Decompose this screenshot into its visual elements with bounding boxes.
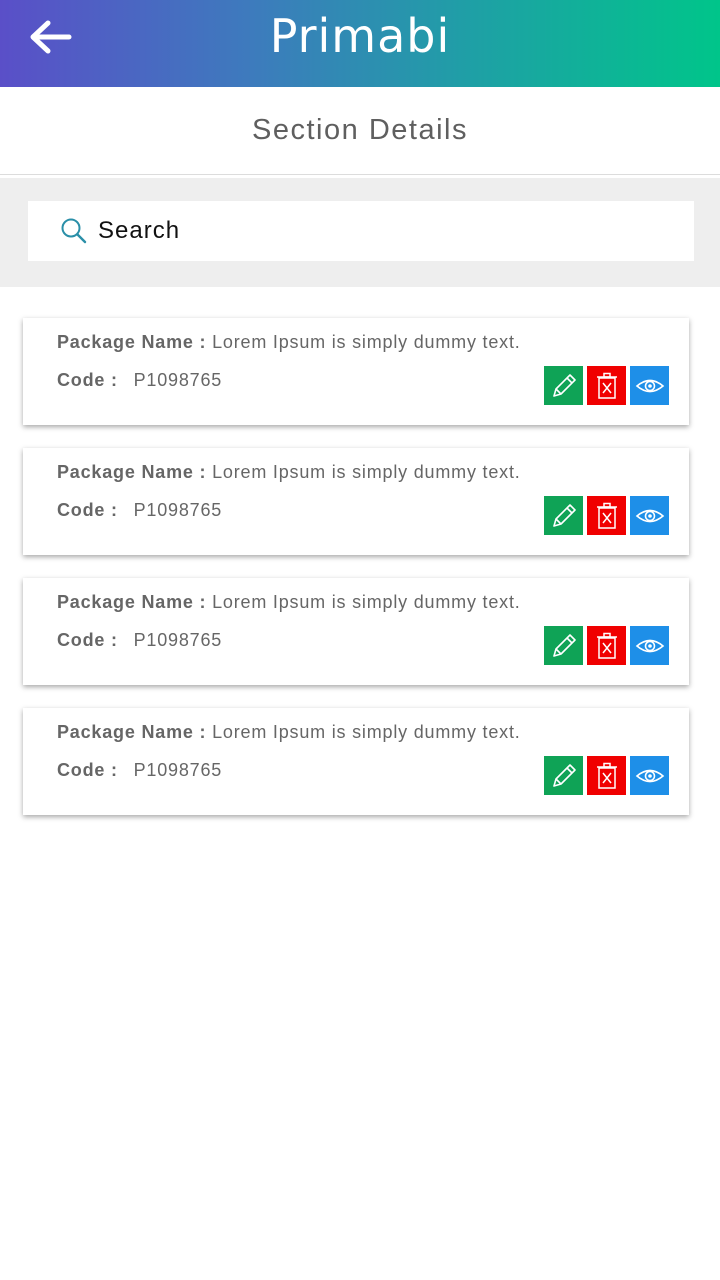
view-button[interactable] bbox=[630, 756, 669, 795]
pencil-icon bbox=[552, 373, 576, 397]
package-name-value: Lorem Ipsum is simply dummy text. bbox=[212, 332, 521, 352]
item-actions bbox=[544, 496, 669, 535]
package-name-label: Package Name : bbox=[57, 462, 207, 482]
package-name-value: Lorem Ipsum is simply dummy text. bbox=[212, 592, 521, 612]
package-name-label: Package Name : bbox=[57, 722, 207, 742]
package-name-row: Package Name : Lorem Ipsum is simply dum… bbox=[57, 722, 521, 743]
item-actions bbox=[544, 366, 669, 405]
code-label: Code : bbox=[57, 630, 118, 650]
edit-button[interactable] bbox=[544, 756, 583, 795]
code-value: P1098765 bbox=[133, 630, 223, 650]
trash-icon bbox=[596, 632, 617, 659]
code-label: Code : bbox=[57, 370, 118, 390]
code-row: Code : P1098765 bbox=[57, 760, 222, 781]
search-area bbox=[0, 178, 720, 287]
package-name-row: Package Name : Lorem Ipsum is simply dum… bbox=[57, 462, 521, 483]
app-header: Primabi bbox=[0, 0, 720, 87]
code-label: Code : bbox=[57, 760, 118, 780]
code-row: Code : P1098765 bbox=[57, 370, 222, 391]
page-title: Section Details bbox=[252, 114, 468, 146]
delete-button[interactable] bbox=[587, 756, 626, 795]
view-button[interactable] bbox=[630, 366, 669, 405]
edit-button[interactable] bbox=[544, 496, 583, 535]
eye-icon bbox=[635, 639, 664, 652]
code-row: Code : P1098765 bbox=[57, 500, 222, 521]
list-item: Package Name : Lorem Ipsum is simply dum… bbox=[23, 318, 689, 425]
code-value: P1098765 bbox=[133, 760, 223, 780]
code-value: P1098765 bbox=[133, 500, 223, 520]
code-value: P1098765 bbox=[133, 370, 223, 390]
list-item: Package Name : Lorem Ipsum is simply dum… bbox=[23, 448, 689, 555]
item-actions bbox=[544, 626, 669, 665]
package-name-label: Package Name : bbox=[57, 592, 207, 612]
view-button[interactable] bbox=[630, 626, 669, 665]
package-name-value: Lorem Ipsum is simply dummy text. bbox=[212, 722, 521, 742]
view-button[interactable] bbox=[630, 496, 669, 535]
logo-text: Primabi bbox=[269, 9, 451, 63]
title-bar: Section Details bbox=[0, 87, 720, 175]
trash-icon bbox=[596, 762, 617, 789]
eye-icon bbox=[635, 769, 664, 782]
pencil-icon bbox=[552, 763, 576, 787]
brand-logo: Primabi bbox=[0, 8, 720, 64]
trash-icon bbox=[596, 502, 617, 529]
trash-icon bbox=[596, 372, 617, 399]
search-input[interactable] bbox=[98, 201, 678, 261]
delete-button[interactable] bbox=[587, 366, 626, 405]
package-name-value: Lorem Ipsum is simply dummy text. bbox=[212, 462, 521, 482]
code-row: Code : P1098765 bbox=[57, 630, 222, 651]
pencil-icon bbox=[552, 503, 576, 527]
code-label: Code : bbox=[57, 500, 118, 520]
delete-button[interactable] bbox=[587, 496, 626, 535]
list-item: Package Name : Lorem Ipsum is simply dum… bbox=[23, 708, 689, 815]
search-box[interactable] bbox=[28, 201, 694, 261]
edit-button[interactable] bbox=[544, 366, 583, 405]
edit-button[interactable] bbox=[544, 626, 583, 665]
list-item: Package Name : Lorem Ipsum is simply dum… bbox=[23, 578, 689, 685]
package-name-row: Package Name : Lorem Ipsum is simply dum… bbox=[57, 332, 521, 353]
package-name-label: Package Name : bbox=[57, 332, 207, 352]
search-icon bbox=[61, 218, 87, 244]
pencil-icon bbox=[552, 633, 576, 657]
item-actions bbox=[544, 756, 669, 795]
package-name-row: Package Name : Lorem Ipsum is simply dum… bbox=[57, 592, 521, 613]
eye-icon bbox=[635, 379, 664, 392]
eye-icon bbox=[635, 509, 664, 522]
delete-button[interactable] bbox=[587, 626, 626, 665]
